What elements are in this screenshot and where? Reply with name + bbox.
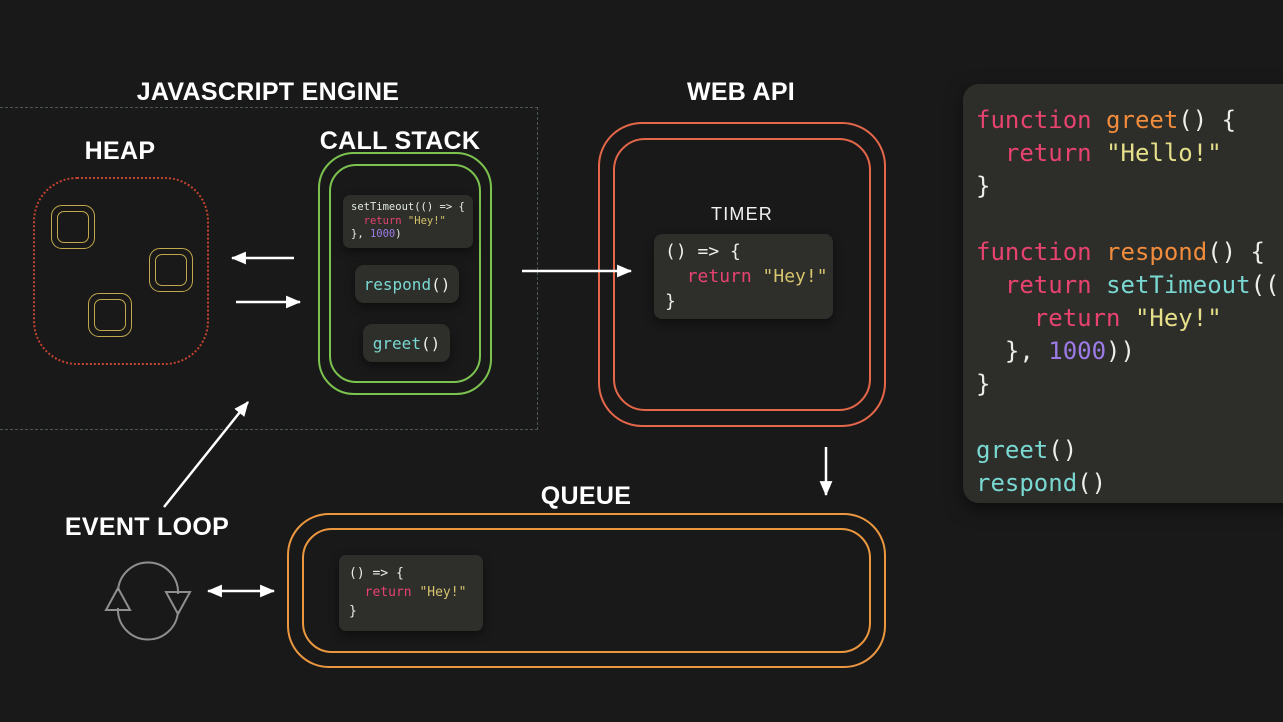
web-api-container: TIMER () => { return "Hey!"} bbox=[598, 122, 886, 427]
cycle-bottom-arc bbox=[118, 608, 178, 640]
timer-callback-block: () => { return "Hey!"} bbox=[654, 234, 833, 319]
cycle-left-arrowhead bbox=[106, 588, 130, 610]
code-panel-source: function greet() { return "Hello!"} func… bbox=[976, 104, 1283, 500]
event-loop-title: EVENT LOOP bbox=[65, 513, 229, 542]
diagram-canvas: JAVASCRIPT ENGINE HEAP CALL STACK setTim… bbox=[0, 0, 1283, 722]
queue-container: () => { return "Hey!"} bbox=[287, 513, 886, 668]
call-stack-container: setTimeout(() => { return "Hey!"}, 1000)… bbox=[318, 152, 492, 395]
heap-object bbox=[51, 205, 95, 249]
heap-container bbox=[33, 177, 209, 365]
timer-label: TIMER bbox=[600, 204, 884, 225]
web-api-title: WEB API bbox=[687, 78, 795, 107]
code-panel: function greet() { return "Hello!"} func… bbox=[963, 84, 1283, 503]
heap-object bbox=[88, 293, 132, 337]
event-loop-cycle-icon bbox=[92, 556, 202, 646]
cycle-right-arrowhead bbox=[166, 592, 190, 614]
call-stack-frame-settimeout: setTimeout(() => { return "Hey!"}, 1000) bbox=[343, 195, 473, 248]
heap-object bbox=[149, 248, 193, 292]
call-stack-frame-respond: respond() bbox=[355, 265, 459, 303]
cycle-top-arc bbox=[118, 562, 178, 594]
queue-title: QUEUE bbox=[541, 482, 631, 511]
call-stack-frame-greet: greet() bbox=[363, 324, 450, 362]
queue-callback-block: () => { return "Hey!"} bbox=[339, 555, 483, 631]
javascript-engine-title: JAVASCRIPT ENGINE bbox=[137, 78, 400, 107]
heap-title: HEAP bbox=[85, 137, 156, 166]
